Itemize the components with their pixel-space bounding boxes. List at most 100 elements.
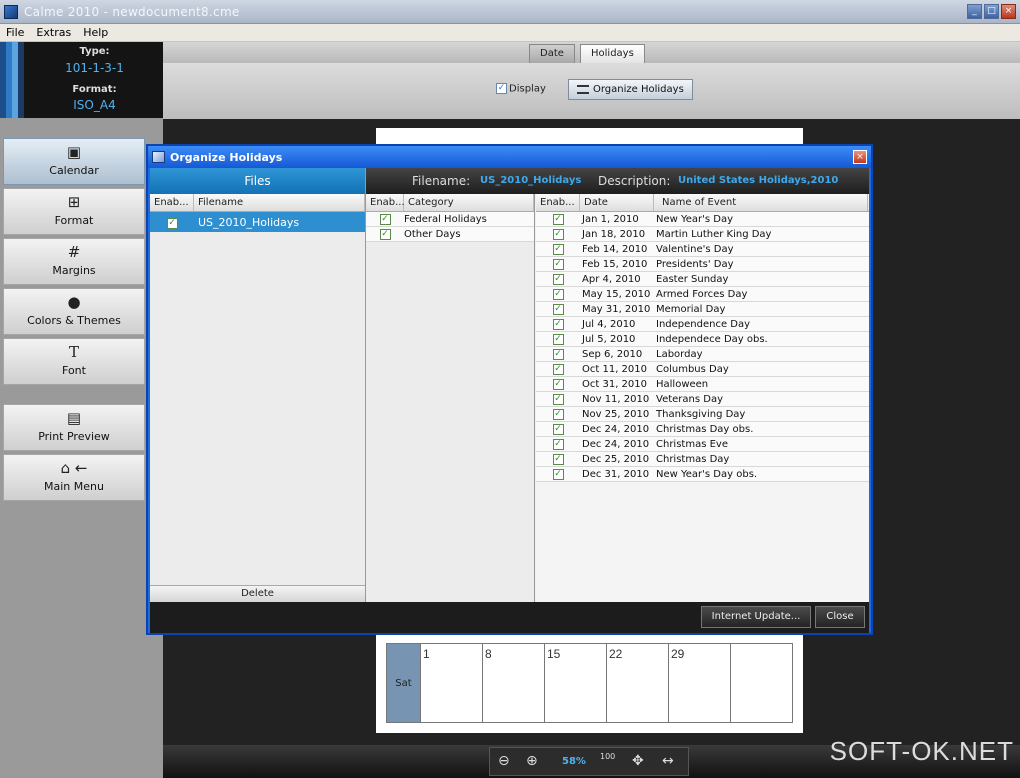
close-button[interactable]: Close bbox=[815, 606, 865, 628]
tab-date[interactable]: Date bbox=[529, 44, 575, 63]
event-date: Jan 1, 2010 bbox=[582, 213, 639, 225]
zoom-100-button[interactable]: 100 bbox=[600, 752, 615, 761]
enabled-checkbox[interactable]: ✓ bbox=[552, 304, 564, 315]
holiday-options-bar: ✓ Display Organize Holidays bbox=[163, 63, 1020, 119]
file-name: US_2010_Holidays bbox=[198, 215, 300, 229]
calendar-cell: 8 bbox=[482, 644, 544, 722]
nav-format[interactable]: ⊞ Format bbox=[3, 188, 145, 235]
event-date: Dec 24, 2010 bbox=[582, 423, 650, 435]
fit-page-icon[interactable]: ✥ bbox=[632, 753, 644, 769]
column-category[interactable]: Category bbox=[404, 194, 534, 211]
enabled-checkbox[interactable]: ✓ bbox=[552, 394, 564, 405]
nav-margins[interactable]: # Margins bbox=[3, 238, 145, 285]
nav-colors-themes[interactable]: ● Colors & Themes bbox=[3, 288, 145, 335]
event-name: Presidents' Day bbox=[656, 258, 734, 270]
menu-help[interactable]: Help bbox=[83, 26, 108, 39]
calendar-cell: 15 bbox=[544, 644, 606, 722]
fit-width-icon[interactable]: ↔ bbox=[662, 753, 674, 769]
event-row[interactable]: ✓ Jul 4, 2010 Independence Day bbox=[536, 317, 869, 332]
event-row[interactable]: ✓ Dec 31, 2010 New Year's Day obs. bbox=[536, 467, 869, 482]
event-row[interactable]: ✓ Sep 6, 2010 Laborday bbox=[536, 347, 869, 362]
event-row[interactable]: ✓ Dec 24, 2010 Christmas Eve bbox=[536, 437, 869, 452]
event-row[interactable]: ✓ Dec 25, 2010 Christmas Day bbox=[536, 452, 869, 467]
internet-update-button[interactable]: Internet Update... bbox=[701, 606, 811, 628]
event-row[interactable]: ✓ Feb 14, 2010 Valentine's Day bbox=[536, 242, 869, 257]
enabled-checkbox[interactable]: ✓ bbox=[552, 439, 564, 450]
app-icon bbox=[4, 5, 18, 19]
event-name: Martin Luther King Day bbox=[656, 228, 772, 240]
enabled-checkbox[interactable]: ✓ bbox=[552, 454, 564, 465]
enabled-checkbox[interactable]: ✓ bbox=[552, 364, 564, 375]
tab-holidays[interactable]: Holidays bbox=[580, 44, 645, 63]
delete-button[interactable]: Delete bbox=[150, 585, 365, 602]
organize-holidays-button[interactable]: Organize Holidays bbox=[568, 79, 693, 100]
event-row[interactable]: ✓ May 31, 2010 Memorial Day bbox=[536, 302, 869, 317]
enabled-checkbox[interactable]: ✓ bbox=[552, 379, 564, 390]
enabled-checkbox[interactable]: ✓ bbox=[552, 274, 564, 285]
category-row[interactable]: ✓ Federal Holidays bbox=[366, 212, 534, 227]
event-row[interactable]: ✓ Nov 25, 2010 Thanksgiving Day bbox=[536, 407, 869, 422]
enabled-checkbox[interactable]: ✓ bbox=[552, 409, 564, 420]
file-row[interactable]: ✓ US_2010_Holidays bbox=[150, 212, 365, 232]
column-enabled[interactable]: Enab... bbox=[366, 194, 405, 211]
files-column-header: Enab... Filename bbox=[150, 194, 365, 212]
check-icon: ✓ bbox=[496, 83, 507, 94]
event-row[interactable]: ✓ May 15, 2010 Armed Forces Day bbox=[536, 287, 869, 302]
filename-value: US_2010_Holidays bbox=[480, 175, 582, 186]
event-row[interactable]: ✓ Nov 11, 2010 Veterans Day bbox=[536, 392, 869, 407]
enabled-checkbox[interactable]: ✓ bbox=[552, 214, 564, 225]
event-row[interactable]: ✓ Jul 5, 2010 Independece Day obs. bbox=[536, 332, 869, 347]
event-row[interactable]: ✓ Jan 18, 2010 Martin Luther King Day bbox=[536, 227, 869, 242]
enabled-checkbox[interactable]: ✓ bbox=[552, 319, 564, 330]
maximize-button[interactable]: □ bbox=[984, 4, 999, 19]
sidebar: Type: 101-1-3-1 Format: ISO_A4 ▣ Calenda… bbox=[0, 42, 163, 778]
enabled-checkbox[interactable]: ✓ bbox=[552, 469, 564, 480]
zoom-out-icon[interactable]: ⊖ bbox=[498, 753, 510, 769]
home-back-icon: ⌂ ← bbox=[60, 459, 88, 477]
enabled-checkbox[interactable]: ✓ bbox=[552, 334, 564, 345]
event-date: May 15, 2010 bbox=[582, 288, 651, 300]
enabled-checkbox[interactable]: ✓ bbox=[379, 229, 391, 240]
event-date: Jul 4, 2010 bbox=[582, 318, 636, 330]
column-event-name[interactable]: Name of Event bbox=[654, 194, 868, 211]
display-checkbox[interactable]: ✓ Display bbox=[496, 83, 546, 95]
event-date: Sep 6, 2010 bbox=[582, 348, 643, 360]
enabled-checkbox[interactable]: ✓ bbox=[552, 244, 564, 255]
close-window-button[interactable]: × bbox=[1001, 4, 1016, 19]
minimize-button[interactable]: _ bbox=[967, 4, 982, 19]
enabled-checkbox[interactable]: ✓ bbox=[552, 289, 564, 300]
event-row[interactable]: ✓ Feb 15, 2010 Presidents' Day bbox=[536, 257, 869, 272]
category-name: Federal Holidays bbox=[404, 213, 487, 225]
enabled-checkbox[interactable]: ✓ bbox=[552, 259, 564, 270]
dialog-close-icon[interactable]: × bbox=[853, 150, 867, 164]
enabled-checkbox[interactable]: ✓ bbox=[379, 214, 391, 225]
column-enabled[interactable]: Enab... bbox=[536, 194, 580, 211]
events-column-header: Enab... Date Name of Event bbox=[536, 194, 869, 212]
enabled-checkbox[interactable]: ✓ bbox=[552, 229, 564, 240]
column-filename[interactable]: Filename bbox=[194, 194, 365, 211]
dialog-title: Organize Holidays bbox=[170, 151, 283, 164]
event-row[interactable]: ✓ Apr 4, 2010 Easter Sunday bbox=[536, 272, 869, 287]
nav-calendar[interactable]: ▣ Calendar bbox=[3, 138, 145, 185]
palette-icon: ● bbox=[67, 293, 81, 311]
column-date[interactable]: Date bbox=[580, 194, 654, 211]
enabled-checkbox[interactable]: ✓ bbox=[552, 424, 564, 435]
format-icon: ⊞ bbox=[67, 193, 81, 211]
menu-file[interactable]: File bbox=[6, 26, 24, 39]
event-row[interactable]: ✓ Jan 1, 2010 New Year's Day bbox=[536, 212, 869, 227]
event-row[interactable]: ✓ Dec 24, 2010 Christmas Day obs. bbox=[536, 422, 869, 437]
event-row[interactable]: ✓ Oct 11, 2010 Columbus Day bbox=[536, 362, 869, 377]
nav-font[interactable]: T Font bbox=[3, 338, 145, 385]
menu-extras[interactable]: Extras bbox=[36, 26, 71, 39]
nav-main-menu[interactable]: ⌂ ← Main Menu bbox=[3, 454, 145, 501]
event-name: Easter Sunday bbox=[656, 273, 729, 285]
zoom-in-icon[interactable]: ⊕ bbox=[526, 753, 538, 769]
enabled-checkbox[interactable]: ✓ bbox=[552, 349, 564, 360]
nav-print-preview[interactable]: ▤ Print Preview bbox=[3, 404, 145, 451]
event-row[interactable]: ✓ Oct 31, 2010 Halloween bbox=[536, 377, 869, 392]
category-row[interactable]: ✓ Other Days bbox=[366, 227, 534, 242]
column-enabled[interactable]: Enab... bbox=[150, 194, 194, 211]
description-label: Description: bbox=[598, 174, 671, 188]
events-panel: Enab... Date Name of Event ✓ Jan 1, 2010 N… bbox=[536, 194, 869, 602]
enabled-checkbox[interactable]: ✓ bbox=[166, 218, 178, 229]
